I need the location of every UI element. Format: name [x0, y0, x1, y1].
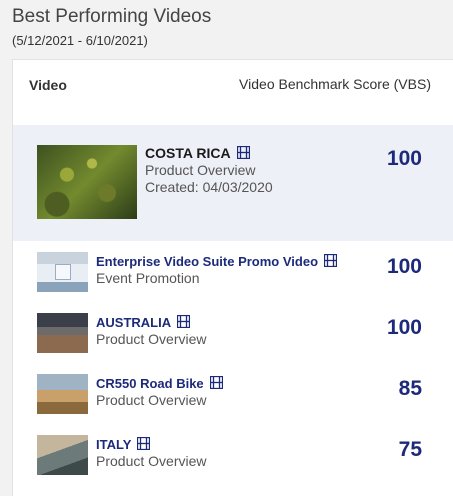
film-icon [137, 437, 151, 450]
page-title: Best Performing Videos [12, 6, 212, 27]
video-row[interactable]: ITALY Product Overview 75 [13, 425, 453, 486]
videos-panel: Video Video Benchmark Score (VBS) COSTA … [12, 59, 453, 496]
video-thumbnail[interactable] [37, 313, 88, 353]
video-score: 100 [386, 147, 422, 170]
video-created-date: Created: 04/03/2020 [145, 179, 273, 195]
video-category: Product Overview [96, 453, 207, 469]
film-icon [324, 254, 338, 267]
column-header-video: Video [29, 77, 67, 93]
video-title-link[interactable]: Enterprise Video Suite Promo Video [96, 254, 338, 269]
video-thumbnail[interactable] [37, 435, 88, 475]
video-title-link[interactable]: AUSTRALIA [96, 315, 191, 330]
video-thumbnail[interactable] [37, 145, 137, 219]
film-icon [236, 146, 250, 159]
film-icon [209, 376, 223, 389]
video-score: 75 [398, 438, 422, 461]
video-thumbnail[interactable] [37, 374, 88, 414]
video-category: Product Overview [96, 331, 207, 347]
video-row[interactable]: Enterprise Video Suite Promo Video Event… [13, 242, 453, 303]
video-category: Product Overview [96, 392, 207, 408]
video-row[interactable]: AUSTRALIA Product Overview 100 [13, 303, 453, 364]
video-title-link[interactable]: ITALY [96, 437, 151, 452]
video-title-link[interactable]: CR550 Road Bike [96, 376, 223, 391]
video-score: 100 [386, 316, 422, 339]
video-row[interactable]: CR550 Road Bike Product Overview 85 [13, 364, 453, 425]
video-category: Event Promotion [96, 270, 200, 286]
date-range: (5/12/2021 - 6/10/2021) [12, 33, 148, 48]
video-thumbnail[interactable] [37, 252, 88, 292]
column-header-score: Video Benchmark Score (VBS) [239, 76, 431, 92]
video-score: 100 [386, 255, 422, 278]
video-score: 85 [398, 377, 422, 400]
video-category: Product Overview [145, 162, 256, 178]
featured-video-row[interactable]: COSTA RICA Product Overview Created: 04/… [13, 125, 453, 241]
film-icon [177, 315, 191, 328]
video-title[interactable]: COSTA RICA [145, 145, 250, 161]
